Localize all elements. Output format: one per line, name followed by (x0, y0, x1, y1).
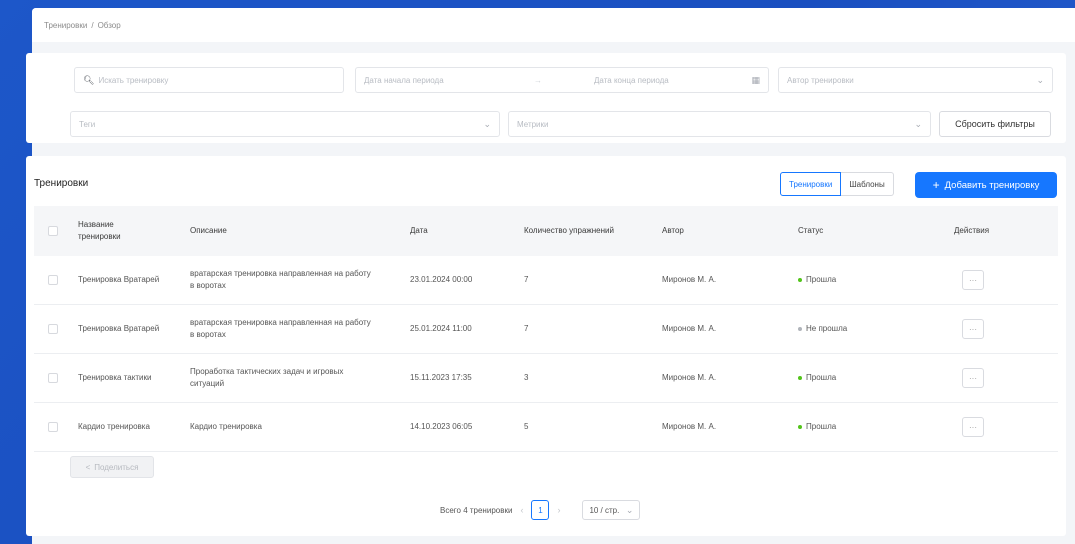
row-name[interactable]: Кардио тренировка (78, 421, 168, 433)
tags-placeholder: Теги (79, 119, 96, 129)
search-placeholder: Искать тренировку (98, 75, 169, 85)
row-exercise-count: 7 (524, 275, 529, 284)
pagination: Всего 4 тренировки ‹ 1 › 10 / стр. ⌄ (440, 500, 641, 520)
row-name[interactable]: Тренировка Вратарей (78, 274, 168, 286)
row-author: Миронов М. А. (662, 324, 717, 333)
status-label: Не прошла (806, 324, 848, 333)
column-header-description[interactable]: Описание (190, 225, 227, 237)
date-start-field[interactable]: Дата начала периода (364, 76, 534, 85)
row-checkbox[interactable] (48, 275, 58, 285)
add-training-label: Добавить тренировку (944, 179, 1040, 191)
column-header-status[interactable]: Статус (798, 225, 823, 237)
row-actions-button[interactable]: ··· (962, 368, 984, 388)
status-dot-icon (798, 326, 802, 331)
column-header-date[interactable]: Дата (410, 225, 428, 237)
chevron-down-icon: ⌄ (914, 118, 922, 129)
select-all-checkbox[interactable] (48, 226, 58, 236)
next-page-icon[interactable]: › (557, 505, 560, 515)
tab-trainings[interactable]: Тренировки (780, 172, 842, 196)
metrics-placeholder: Метрики (517, 119, 549, 129)
row-description: Проработка тактических задач и игровых с… (190, 367, 344, 388)
row-checkbox[interactable] (48, 422, 58, 432)
share-button[interactable]: < Поделиться (70, 456, 154, 478)
status-label: Прошла (806, 373, 837, 382)
plus-icon: + (932, 178, 940, 192)
row-date: 23.01.2024 00:00 (410, 275, 473, 284)
row-author: Миронов М. А. (662, 422, 717, 431)
status-dot-icon (798, 375, 802, 380)
status-label: Прошла (806, 422, 837, 431)
page-size-label: 10 / стр. (589, 505, 620, 515)
row-date: 14.10.2023 06:05 (410, 422, 473, 431)
share-label: Поделиться (94, 462, 139, 472)
row-date: 15.11.2023 17:35 (410, 373, 472, 382)
date-end-field[interactable]: Дата конца периода (594, 76, 751, 85)
row-author: Миронов М. А. (662, 373, 717, 382)
breadcrumb: Тренировки / Обзор (32, 8, 1075, 42)
table-row[interactable]: Тренировка Вратарей вратарская тренировка… (34, 305, 1058, 354)
page-size-select[interactable]: 10 / стр. ⌄ (582, 500, 641, 520)
view-toggle: Тренировки Шаблоны (780, 172, 894, 196)
trainings-card: Тренировки Тренировки Шаблоны + Добавить… (26, 156, 1066, 536)
card-title: Тренировки (34, 178, 89, 189)
breadcrumb-separator: / (91, 20, 94, 30)
table-header: Название тренировки Описание Дата Количе… (34, 206, 1058, 256)
date-range-separator: → (534, 75, 542, 85)
status-badge: Прошла (798, 372, 836, 384)
row-actions-button[interactable]: ··· (962, 417, 984, 437)
search-input[interactable]: 🔍︎ Искать тренировку (74, 67, 344, 93)
chevron-down-icon: ⌄ (1036, 74, 1044, 85)
row-checkbox[interactable] (48, 373, 58, 383)
row-name[interactable]: Тренировка Вратарей (78, 323, 168, 335)
status-badge: Прошла (798, 274, 836, 286)
author-placeholder: Автор тренировки (787, 75, 854, 85)
status-badge: Прошла (798, 421, 836, 433)
row-description: Кардио тренировка (190, 422, 262, 431)
metrics-select[interactable]: Метрики ⌄ (508, 111, 931, 137)
tab-templates[interactable]: Шаблоны (841, 172, 894, 196)
table-row[interactable]: Тренировка Вратарей вратарская тренировка… (34, 256, 1058, 305)
reset-filters-button[interactable]: Сбросить фильтры (939, 111, 1051, 137)
column-header-author[interactable]: Автор (662, 225, 684, 237)
row-exercise-count: 5 (524, 422, 529, 431)
row-name[interactable]: Тренировка тактики (78, 372, 168, 384)
column-header-count[interactable]: Количество упражнений (524, 225, 614, 237)
share-icon: < (85, 462, 91, 472)
page-button-current[interactable]: 1 (531, 500, 550, 520)
pagination-total: Всего 4 тренировки (440, 505, 513, 515)
row-description: вратарская тренировка направленная на ра… (190, 269, 371, 290)
filters-panel: 🔍︎ Искать тренировку Дата начала периода… (26, 53, 1066, 143)
column-header-actions: Действия (954, 226, 990, 235)
row-exercise-count: 3 (524, 373, 529, 382)
status-dot-icon (798, 424, 802, 429)
table-row[interactable]: Кардио тренировка Кардио тренировка 14.10.… (34, 403, 1058, 452)
chevron-down-icon: ⌄ (483, 118, 491, 129)
breadcrumb-item-trainings[interactable]: Тренировки (44, 21, 87, 30)
row-exercise-count: 7 (524, 324, 529, 333)
date-range-picker[interactable]: Дата начала периода → Дата конца периода… (355, 67, 769, 93)
prev-page-icon[interactable]: ‹ (520, 505, 523, 515)
row-date: 25.01.2024 11:00 (410, 324, 472, 333)
status-dot-icon (798, 277, 802, 282)
row-actions-button[interactable]: ··· (962, 270, 984, 290)
calendar-icon: ▦ (751, 74, 760, 85)
search-icon: 🔍︎ (83, 74, 95, 85)
tags-select[interactable]: Теги ⌄ (70, 111, 500, 137)
row-actions-button[interactable]: ··· (962, 319, 984, 339)
table-row[interactable]: Тренировка тактики Проработка тактических… (34, 354, 1058, 403)
status-label: Прошла (806, 275, 837, 284)
column-header-name[interactable]: Название тренировки (78, 219, 158, 243)
row-author: Миронов М. А. (662, 275, 717, 284)
row-description: вратарская тренировка направленная на ра… (190, 318, 371, 339)
chevron-down-icon: ⌄ (625, 504, 634, 515)
add-training-button[interactable]: + Добавить тренировку (915, 172, 1057, 198)
author-select[interactable]: Автор тренировки ⌄ (778, 67, 1053, 93)
row-checkbox[interactable] (48, 324, 58, 334)
breadcrumb-item-overview: Обзор (97, 20, 121, 30)
status-badge: Не прошла (798, 323, 847, 335)
